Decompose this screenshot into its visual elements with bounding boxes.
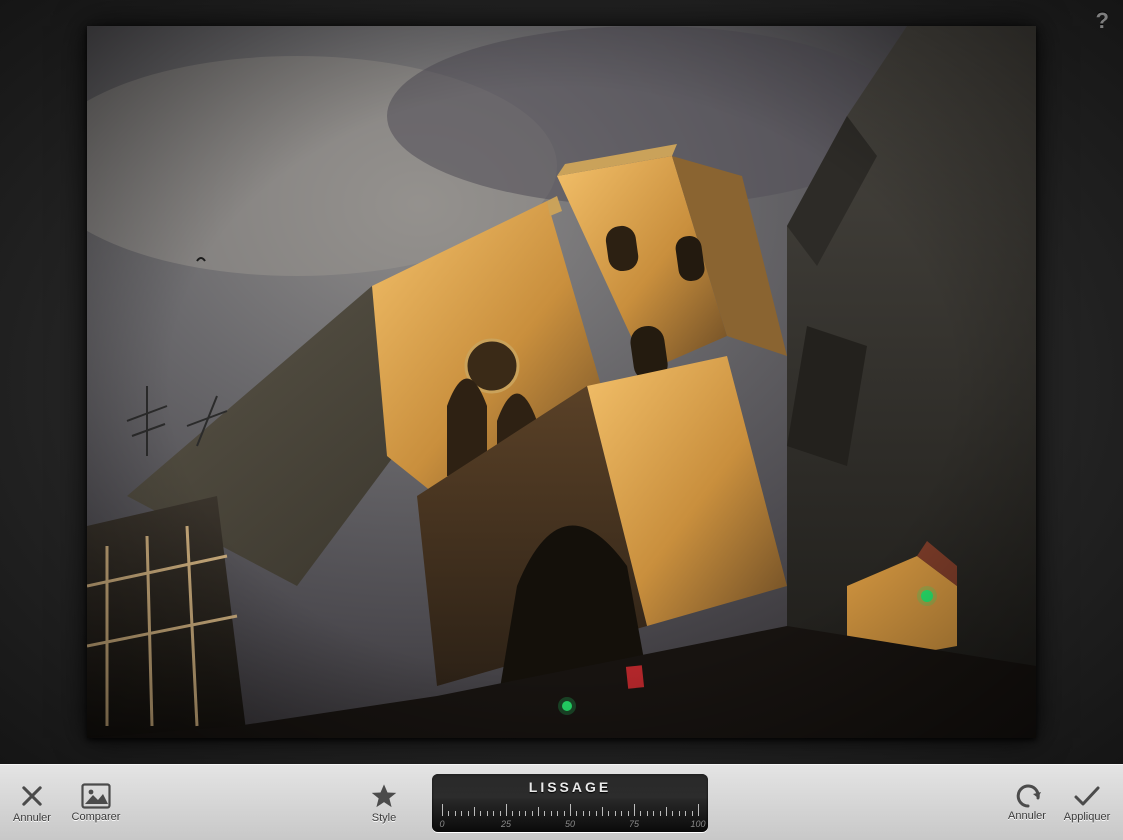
style-label: Style <box>372 812 396 824</box>
undo-button[interactable]: Annuler <box>997 783 1057 823</box>
undo-label: Annuler <box>1008 810 1046 822</box>
slider-title: LISSAGE <box>432 779 708 795</box>
style-button[interactable]: Style <box>370 782 398 824</box>
slider-tick: 75 <box>629 819 639 829</box>
bottom-toolbar: Annuler Comparer Style LISSAGE 0 25 50 75 10… <box>0 764 1123 840</box>
slider-tick: 0 <box>439 819 444 829</box>
undo-icon <box>1012 784 1042 808</box>
smoothing-slider[interactable]: LISSAGE 0 25 50 75 100 <box>432 774 708 832</box>
edited-photo <box>87 26 1036 738</box>
slider-tick: 100 <box>690 819 705 829</box>
slider-tick: 50 <box>565 819 575 829</box>
slider-tick: 25 <box>501 819 511 829</box>
slider-tick-labels: 0255075100 <box>442 819 698 831</box>
apply-label: Appliquer <box>1064 811 1110 823</box>
compare-button[interactable]: Comparer <box>64 782 128 824</box>
compare-label: Comparer <box>72 811 121 823</box>
photo-editor: ? <box>0 0 1123 840</box>
cancel-label: Annuler <box>13 812 51 824</box>
star-icon <box>370 782 398 810</box>
slider-ruler <box>442 802 698 816</box>
close-icon <box>18 782 46 810</box>
photo-frame[interactable] <box>87 26 1036 738</box>
image-icon <box>81 783 111 809</box>
check-icon <box>1072 783 1102 809</box>
cancel-button[interactable]: Annuler <box>0 782 64 824</box>
apply-button[interactable]: Appliquer <box>1057 783 1117 823</box>
help-icon[interactable]: ? <box>1096 8 1109 34</box>
canvas-area: ? <box>0 0 1123 764</box>
